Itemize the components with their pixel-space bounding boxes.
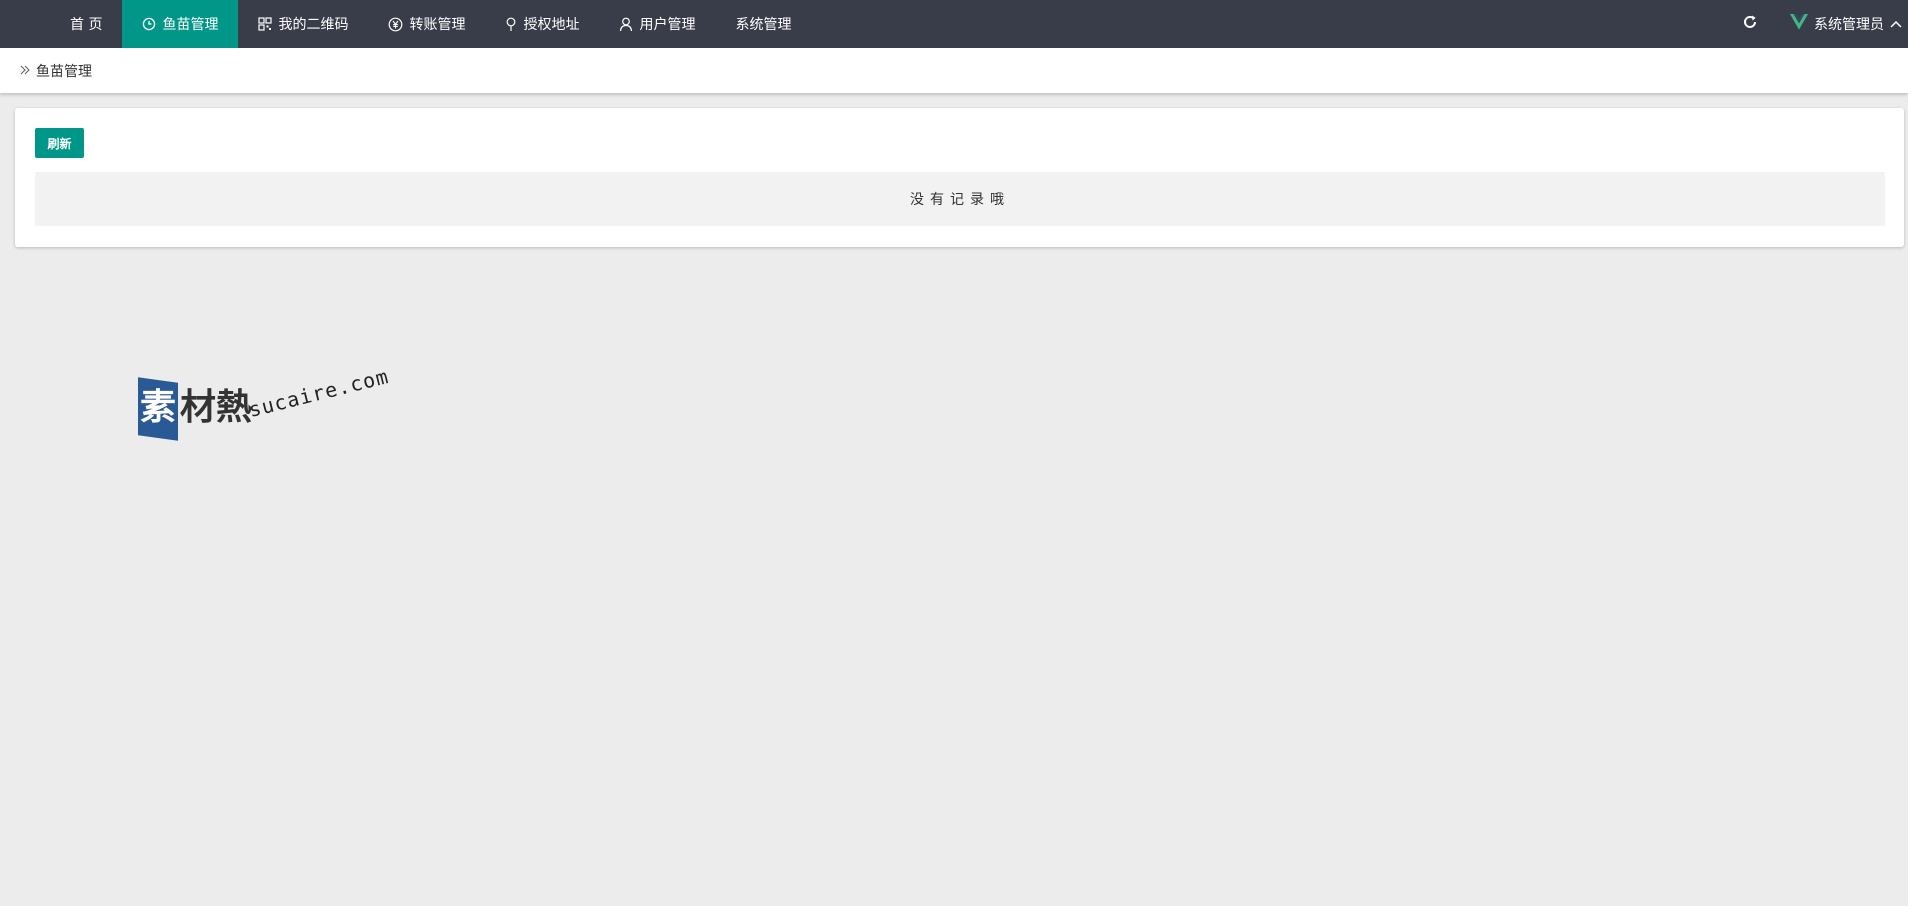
nav-right-area: 系统管理员 (1730, 0, 1908, 48)
empty-state-text: 没有记录哦 (910, 192, 1010, 208)
nav-item-label: 用户管理 (639, 17, 696, 33)
content-card: 刷新 没有记录哦 (15, 108, 1904, 247)
nav-item-system[interactable]: 系统管理 (715, 0, 811, 48)
nav-item-transfer[interactable]: 转账管理 (368, 0, 485, 48)
breadcrumb: 鱼苗管理 (0, 48, 1908, 93)
refresh-button[interactable]: 刷新 (35, 128, 84, 158)
nav-item-label: 我的二维码 (278, 17, 349, 33)
double-chevron-right-icon (20, 63, 30, 79)
watermark-logo: 素 材熱 sucaire.com (138, 364, 398, 458)
nav-item-label: 鱼苗管理 (162, 17, 219, 33)
nav-item-fish-fry[interactable]: 鱼苗管理 (122, 0, 239, 48)
user-menu[interactable]: 系统管理员 (1790, 14, 1908, 34)
chevron-up-icon (1890, 16, 1902, 32)
qrcode-icon (258, 17, 273, 31)
fish-clock-icon (142, 17, 156, 31)
top-navbar: 首 页 鱼苗管理 我的二维码 转账管理 授权地址 用户管理 系统管理 系统管理员 (0, 0, 1908, 48)
refresh-icon (1742, 14, 1758, 34)
vue-logo-icon (1790, 14, 1808, 34)
refresh-page-button[interactable] (1730, 0, 1770, 48)
nav-item-my-qrcode[interactable]: 我的二维码 (238, 0, 368, 48)
nav-item-label: 授权地址 (523, 17, 580, 33)
breadcrumb-current: 鱼苗管理 (36, 63, 92, 80)
nav-item-label: 首 页 (70, 17, 103, 33)
user-icon (619, 17, 633, 32)
empty-state: 没有记录哦 (35, 172, 1885, 226)
watermark-mark: 素 (140, 387, 177, 428)
nav-item-label: 系统管理 (735, 17, 792, 33)
yen-circle-icon (388, 17, 403, 32)
nav-item-home[interactable]: 首 页 (50, 0, 122, 48)
nav-item-label: 转账管理 (409, 17, 466, 33)
main-nav: 首 页 鱼苗管理 我的二维码 转账管理 授权地址 用户管理 系统管理 (50, 0, 811, 48)
nav-item-auth-address[interactable]: 授权地址 (485, 0, 599, 48)
user-name: 系统管理员 (1814, 17, 1884, 33)
watermark-domain: sucaire.com (246, 364, 392, 422)
location-pin-icon (505, 17, 517, 32)
nav-item-users[interactable]: 用户管理 (599, 0, 715, 48)
watermark-chars: 材熱 (180, 387, 253, 428)
